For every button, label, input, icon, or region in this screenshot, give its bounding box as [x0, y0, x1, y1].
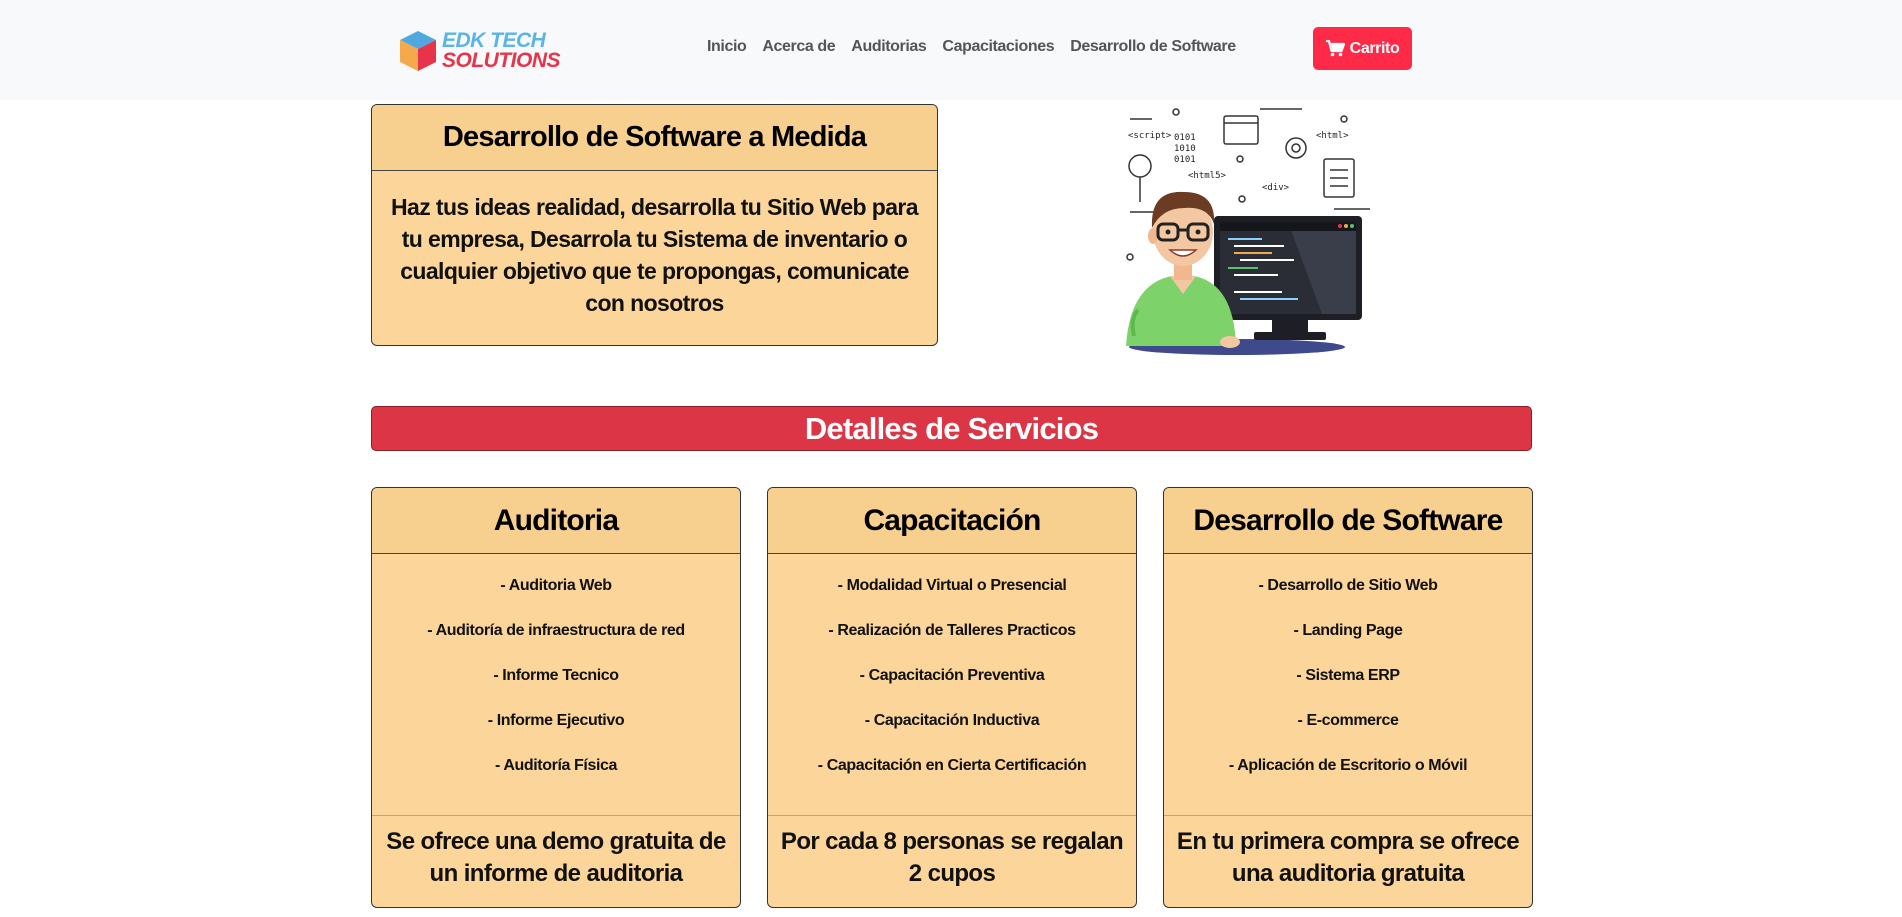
developer-illustration: <script> <html> <html5> <div> 0101 1010 … — [1126, 108, 1370, 355]
service-offer: En tu primera compra se ofrece una audit… — [1176, 828, 1520, 887]
service-card-desarrollo-software: Desarrollo de Software - Desarrollo de S… — [1163, 487, 1533, 908]
service-item: - Sistema ERP — [1296, 667, 1400, 684]
cube-logo-icon — [400, 31, 436, 71]
nav-link-capacitaciones[interactable]: Capacitaciones — [942, 38, 1054, 56]
service-item: - Auditoría Física — [494, 757, 617, 774]
service-item: - Landing Page — [1293, 622, 1403, 639]
service-items: - Modalidad Virtual o Presencial - Reali… — [768, 554, 1136, 816]
nav-links: Inicio Acerca de Auditorias Capacitacion… — [707, 38, 1252, 56]
brand-logo[interactable]: EDK TECH SOLUTIONS — [396, 28, 561, 74]
div-tag-label: <div> — [1262, 183, 1290, 193]
service-item: - Capacitación en Cierta Certificación — [817, 757, 1087, 774]
service-title: Desarrollo de Software — [1164, 488, 1532, 554]
brand-line-1: EDK TECH — [442, 29, 546, 52]
binary-line-1: 0101 — [1174, 133, 1196, 143]
service-items: - Auditoria Web - Auditoría de infraestr… — [372, 554, 740, 816]
service-item: - Capacitación Preventiva — [859, 667, 1045, 684]
brand-line-2: SOLUTIONS — [442, 49, 561, 72]
service-item: - Desarrollo de Sitio Web — [1258, 577, 1438, 594]
service-offer: Se ofrece una demo gratuita de un inform… — [386, 828, 726, 887]
script-tag-label: <script> — [1128, 131, 1172, 141]
binary-line-3: 0101 — [1174, 155, 1196, 165]
nav-link-acerca-de[interactable]: Acerca de — [762, 38, 835, 56]
service-item: - Realización de Talleres Practicos — [828, 622, 1076, 639]
hero-card: Desarrollo de Software a Medida Haz tus … — [371, 104, 938, 346]
service-item: - Auditoria Web — [500, 577, 612, 594]
navbar: EDK TECH SOLUTIONS Inicio Acerca de Audi… — [0, 0, 1902, 100]
service-title: Capacitación — [768, 488, 1136, 554]
cart-label: Carrito — [1349, 39, 1400, 57]
service-item: - Capacitación Inductiva — [864, 712, 1040, 729]
service-item: - Informe Tecnico — [493, 667, 619, 684]
brand-name: EDK TECH SOLUTIONS — [442, 29, 561, 72]
nav-link-auditorias[interactable]: Auditorias — [851, 38, 927, 56]
hero-description: Haz tus ideas realidad, desarrolla tu Si… — [391, 194, 919, 316]
service-item: - E-commerce — [1297, 712, 1399, 729]
nav-link-desarrollo-de-software[interactable]: Desarrollo de Software — [1070, 38, 1236, 56]
service-card-capacitacion: Capacitación - Modalidad Virtual o Prese… — [767, 487, 1137, 908]
service-item: - Informe Ejecutivo — [487, 712, 625, 729]
cart-button[interactable]: Carrito — [1313, 27, 1412, 70]
service-items: - Desarrollo de Sitio Web - Landing Page… — [1164, 554, 1532, 816]
hero-title: Desarrollo de Software a Medida — [372, 105, 937, 171]
service-offer: Por cada 8 personas se regalan 2 cupos — [780, 828, 1124, 887]
html5-tag-label: <html5> — [1188, 171, 1227, 181]
section-title-detalles: Detalles de Servicios — [371, 406, 1532, 451]
service-item: - Aplicación de Escritorio o Móvil — [1228, 757, 1468, 774]
service-item: - Auditoría de infraestructura de red — [427, 622, 685, 639]
service-item: - Modalidad Virtual o Presencial — [837, 577, 1067, 594]
service-card-auditoria: Auditoria - Auditoria Web - Auditoría de… — [371, 487, 741, 908]
binary-line-2: 1010 — [1174, 144, 1196, 154]
html-tag-label: <html> — [1316, 131, 1349, 141]
shopping-cart-icon — [1325, 40, 1345, 57]
nav-link-inicio[interactable]: Inicio — [707, 38, 747, 56]
service-title: Auditoria — [372, 488, 740, 554]
